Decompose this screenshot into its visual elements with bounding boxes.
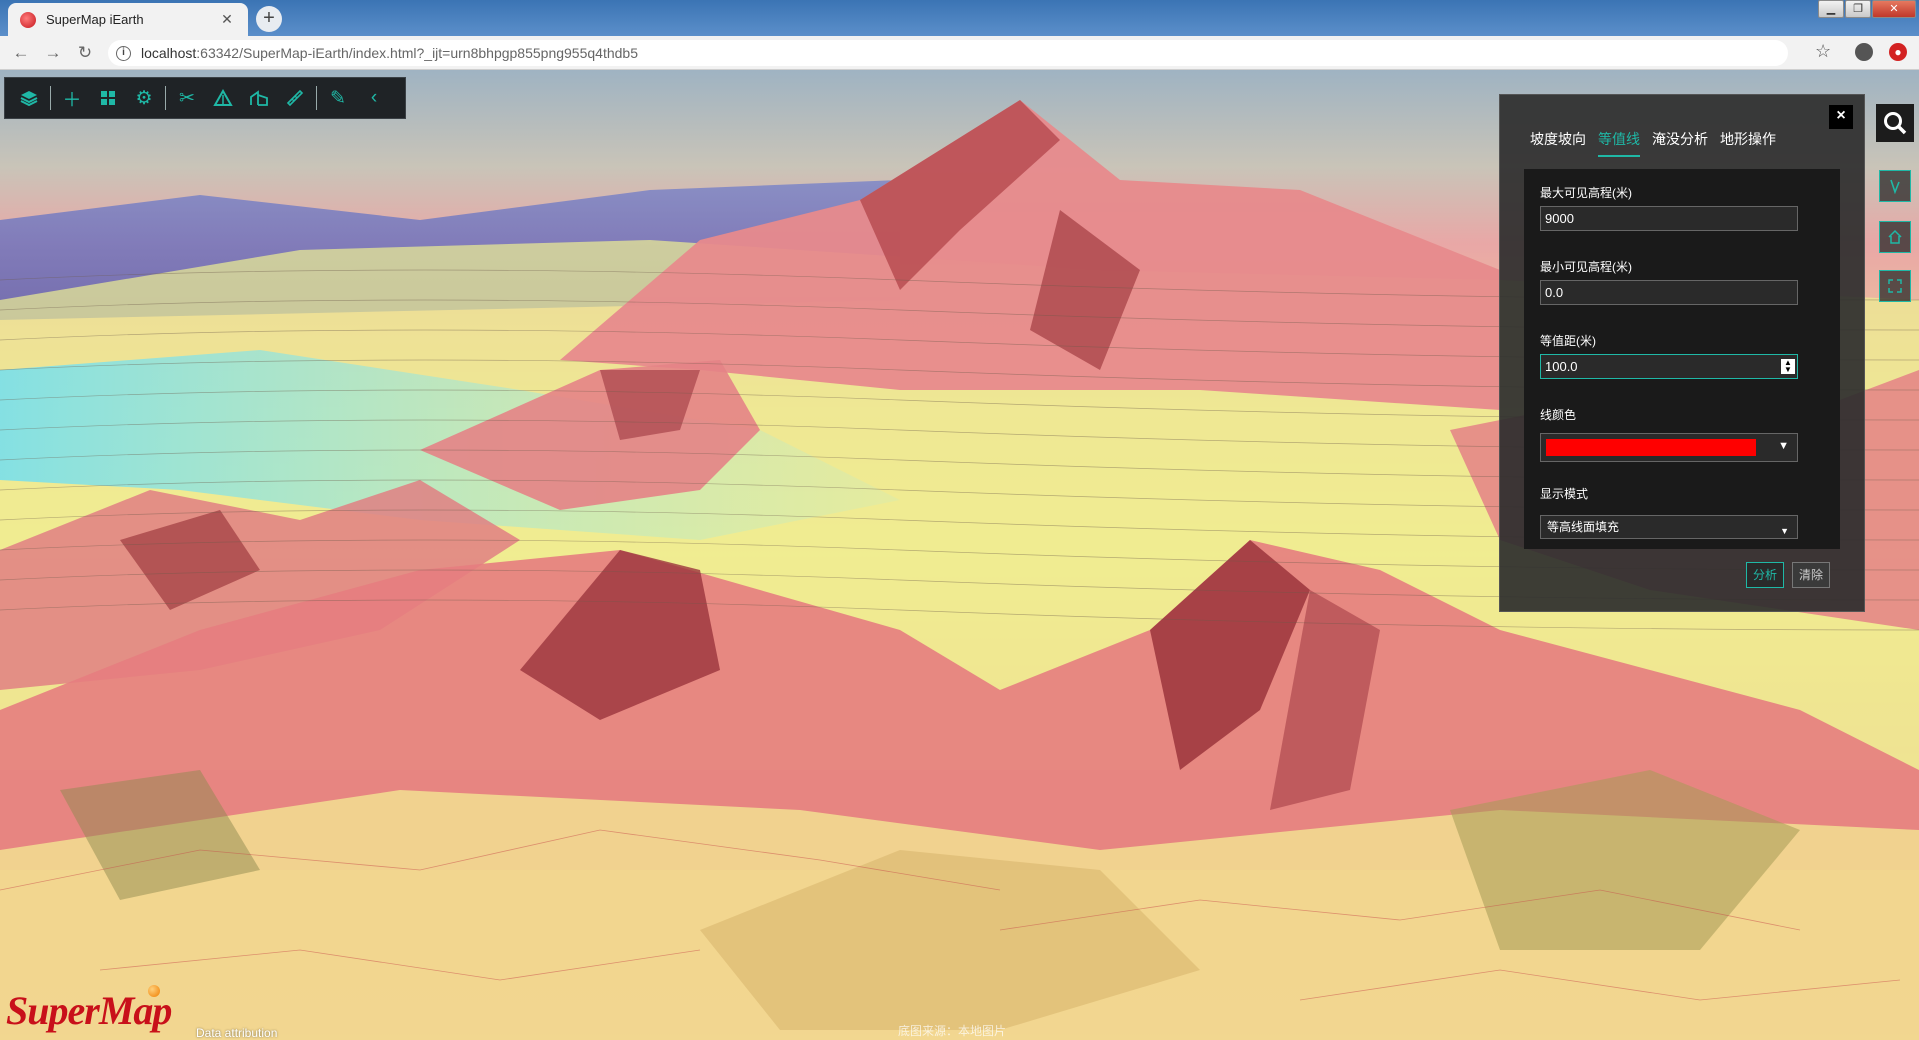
line-color-label: 线颜色: [1540, 408, 1577, 422]
plus-icon[interactable]: ＋: [54, 80, 90, 116]
browser-tab[interactable]: SuperMap iEarth ✕: [8, 3, 248, 36]
terrain-analysis-panel: × 坡度坡向 等值线 淹没分析 地形操作 最大可见高程(米) 9000 最小可见…: [1499, 94, 1865, 612]
url-field[interactable]: i localhost:63342/SuperMap-iEarth/index.…: [108, 40, 1788, 66]
interval-label: 等值距(米): [1540, 334, 1596, 348]
bookmark-star-icon[interactable]: ☆: [1815, 41, 1831, 62]
main-toolbar: ＋ ⚙ ✂ ✎ ‹: [4, 77, 406, 119]
tab-contour[interactable]: 等值线: [1598, 129, 1640, 157]
supermap-logo: SuperMap: [6, 988, 172, 1033]
layers-icon[interactable]: [11, 80, 47, 116]
color-swatch: [1546, 439, 1756, 456]
reload-icon[interactable]: ↻: [74, 42, 96, 64]
search-button[interactable]: [1876, 104, 1914, 142]
fullscreen-icon: [1888, 279, 1902, 293]
toolbar-divider: [165, 86, 166, 110]
info-icon[interactable]: i: [116, 45, 131, 61]
max-elevation-input[interactable]: 9000: [1540, 206, 1798, 231]
fullscreen-button[interactable]: [1879, 270, 1911, 302]
tab-slope-aspect[interactable]: 坡度坡向: [1530, 129, 1586, 157]
display-mode-value: 等高线面填充: [1547, 520, 1620, 534]
contour-form: 最大可见高程(米) 9000 最小可见高程(米) 0.0 等值距(米) 100.…: [1524, 169, 1840, 549]
chevron-left-icon[interactable]: ‹: [356, 80, 392, 116]
toolbar-divider: [50, 86, 51, 110]
url-host: localhost: [141, 45, 197, 61]
ruler-icon[interactable]: [277, 80, 313, 116]
supermap-favicon-icon: [20, 11, 36, 28]
search-icon: [1884, 112, 1907, 135]
line-color-picker[interactable]: ▼: [1540, 433, 1798, 462]
max-elevation-label: 最大可见高程(米): [1540, 186, 1632, 200]
extension-icon[interactable]: ●: [1889, 43, 1907, 61]
tab-flood-analysis[interactable]: 淹没分析: [1652, 129, 1708, 157]
close-icon[interactable]: ×: [1829, 105, 1853, 129]
analyze-button[interactable]: 分析: [1746, 562, 1784, 588]
restore-button[interactable]: ❐: [1845, 0, 1871, 18]
logo-dot-icon: [148, 985, 160, 997]
data-attribution-link[interactable]: Data attribution: [196, 1026, 277, 1040]
new-tab-button[interactable]: +: [256, 6, 282, 32]
tab-close-icon[interactable]: ✕: [218, 11, 236, 28]
account-icon[interactable]: [1855, 43, 1873, 61]
address-bar: ← → ↻ i localhost:63342/SuperMap-iEarth/…: [0, 36, 1919, 70]
url-path: :63342/SuperMap-iEarth/index.html?_ijt=u…: [196, 45, 638, 61]
caret-down-icon: ▼: [1780, 526, 1789, 536]
min-elevation-label: 最小可见高程(米): [1540, 260, 1632, 274]
home-button[interactable]: [1879, 221, 1911, 253]
pen-icon[interactable]: ✎: [320, 80, 356, 116]
clear-button[interactable]: 清除: [1792, 562, 1830, 588]
interval-value: 100.0: [1545, 359, 1578, 374]
basemap-source-text: 底图来源：本地图片: [898, 1024, 1007, 1038]
toolbar-divider: [316, 86, 317, 110]
building-icon[interactable]: [241, 80, 277, 116]
display-mode-label: 显示模式: [1540, 487, 1589, 501]
gear-icon[interactable]: ⚙: [126, 80, 162, 116]
min-elevation-input[interactable]: 0.0: [1540, 280, 1798, 305]
analysis-tabs: 坡度坡向 等值线 淹没分析 地形操作: [1530, 129, 1788, 157]
minimize-button[interactable]: ▁: [1818, 0, 1844, 18]
scissors-icon[interactable]: ✂: [169, 80, 205, 116]
terrain-icon[interactable]: [205, 80, 241, 116]
display-mode-select[interactable]: 等高线面填充 ▼: [1540, 515, 1798, 539]
tab-title: SuperMap iEarth: [46, 12, 144, 27]
grid-icon[interactable]: [90, 80, 126, 116]
back-icon[interactable]: ←: [10, 42, 32, 64]
stepper-icon[interactable]: ▲ ▼: [1781, 359, 1795, 374]
caret-down-icon: ▼: [1778, 440, 1789, 452]
compass-button[interactable]: [1879, 170, 1911, 202]
forward-icon[interactable]: →: [42, 42, 64, 64]
window-close-button[interactable]: ✕: [1872, 0, 1916, 18]
compass-icon: [1890, 179, 1900, 194]
home-icon: [1888, 229, 1902, 244]
tab-terrain-operation[interactable]: 地形操作: [1720, 129, 1776, 157]
browser-tabbar: SuperMap iEarth ✕ + ▁ ❐ ✕: [0, 0, 1919, 36]
interval-input[interactable]: 100.0 ▲ ▼: [1540, 354, 1798, 379]
